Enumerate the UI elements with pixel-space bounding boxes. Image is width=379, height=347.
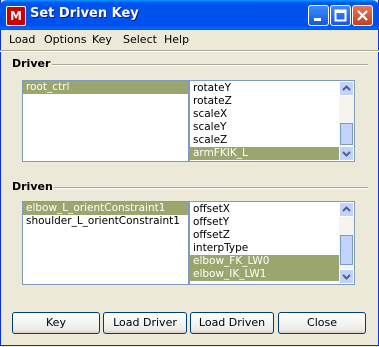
title-bar[interactable]: M Set Driven Key bbox=[0, 0, 379, 30]
menu-select[interactable]: Select bbox=[123, 33, 157, 46]
list-item[interactable]: scaleX bbox=[190, 108, 354, 121]
driver-section-label: Driver bbox=[12, 57, 51, 70]
driven-section-label: Driven bbox=[12, 180, 53, 193]
list-item[interactable]: offsetZ bbox=[190, 229, 354, 242]
close-window-button[interactable] bbox=[352, 5, 373, 26]
load-driver-button[interactable]: Load Driver bbox=[103, 312, 187, 334]
scroll-up-button[interactable] bbox=[339, 81, 354, 96]
list-item[interactable]: scaleZ bbox=[190, 134, 354, 147]
driven-attr-scrollbar[interactable] bbox=[339, 202, 354, 284]
driven-group-line bbox=[54, 187, 368, 189]
list-item[interactable]: rotateZ bbox=[190, 95, 354, 108]
menu-separator bbox=[0, 50, 379, 52]
list-item[interactable]: scaleY bbox=[190, 121, 354, 134]
list-item[interactable]: offsetX bbox=[190, 203, 354, 216]
driver-attribute-list[interactable]: rotateY rotateZ scaleX scaleY scaleZ armFKIK_… bbox=[189, 80, 355, 162]
driver-attr-scrollbar[interactable] bbox=[339, 81, 354, 161]
scroll-down-button[interactable] bbox=[339, 146, 354, 161]
maya-icon: M bbox=[6, 6, 26, 26]
list-item[interactable]: armFKIK_L bbox=[190, 147, 354, 160]
scroll-thumb[interactable] bbox=[340, 123, 353, 145]
menu-key[interactable]: Key bbox=[92, 33, 112, 46]
close-icon bbox=[357, 10, 368, 21]
menu-bar: Load Options Key Select Help bbox=[0, 30, 379, 50]
list-item[interactable]: elbow_L_orientConstraint1 bbox=[23, 202, 188, 215]
driver-group-line bbox=[52, 64, 368, 66]
driver-object-list[interactable]: root_ctrl bbox=[22, 80, 189, 162]
chevron-down-icon bbox=[342, 274, 351, 280]
list-item[interactable]: root_ctrl bbox=[23, 81, 188, 94]
scroll-up-button[interactable] bbox=[339, 202, 354, 217]
maximize-button[interactable] bbox=[330, 5, 351, 26]
minimize-button[interactable] bbox=[308, 5, 329, 26]
menu-load[interactable]: Load bbox=[9, 33, 35, 46]
driven-object-list[interactable]: elbow_L_orientConstraint1 shoulder_L_orie… bbox=[22, 201, 189, 285]
chevron-down-icon bbox=[342, 151, 351, 157]
load-driven-button[interactable]: Load Driven bbox=[190, 312, 274, 334]
scroll-thumb[interactable] bbox=[340, 235, 353, 265]
list-item[interactable]: rotateY bbox=[190, 82, 354, 95]
list-item[interactable]: elbow_FK_LW0 bbox=[190, 255, 354, 268]
list-item[interactable]: shoulder_L_orientConstraint1 bbox=[23, 215, 188, 228]
list-item[interactable]: elbow_IK_LW1 bbox=[190, 268, 354, 281]
minimize-icon bbox=[314, 18, 321, 21]
menu-help[interactable]: Help bbox=[164, 33, 189, 46]
list-item[interactable]: interpType bbox=[190, 242, 354, 255]
chevron-up-icon bbox=[342, 206, 351, 212]
list-item[interactable]: offsetY bbox=[190, 216, 354, 229]
close-button[interactable]: Close bbox=[278, 312, 366, 334]
chevron-up-icon bbox=[342, 85, 351, 91]
key-button[interactable]: Key bbox=[12, 312, 100, 334]
driven-attribute-list[interactable]: offsetX offsetY offsetZ interpType elbow_FK_… bbox=[189, 201, 355, 285]
menu-options[interactable]: Options bbox=[44, 33, 86, 46]
maximize-icon bbox=[334, 9, 347, 22]
window-title: Set Driven Key bbox=[30, 6, 139, 21]
scroll-down-button[interactable] bbox=[339, 269, 354, 284]
